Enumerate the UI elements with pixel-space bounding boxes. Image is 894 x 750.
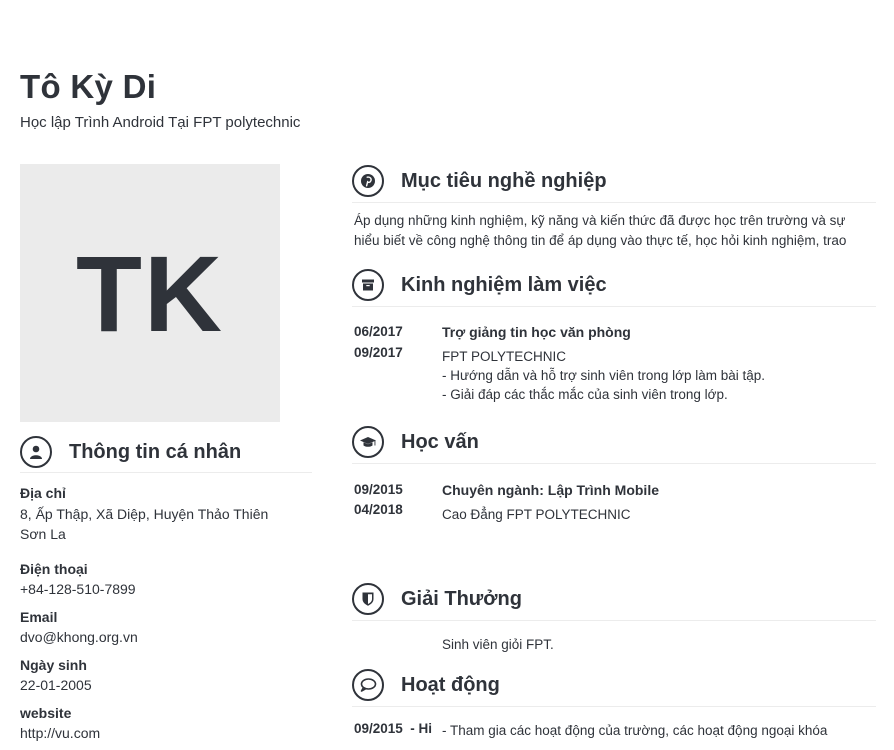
email-label: Email [20, 609, 58, 625]
education-title: Học vấn [401, 430, 479, 453]
website-value: http://vu.com [20, 725, 101, 741]
address-line: Sơn La [20, 526, 66, 542]
phone-label: Điện thoại [20, 561, 88, 577]
awards-title: Giải Thưởng [401, 587, 522, 610]
phone-value: +84-128-510-7899 [20, 581, 136, 597]
activities-title: Hoạt động [401, 673, 500, 696]
experience-job-title: Trợ giảng tin học văn phòng [442, 324, 631, 340]
objective-title: Mục tiêu nghề nghiệp [401, 169, 607, 192]
award-item: Sinh viên giỏi FPT. [442, 637, 554, 652]
experience-detail-line: - Hướng dẫn và hỗ trợ sinh viên trong lớ… [442, 368, 766, 383]
education-school: Cao Đẳng FPT POLYTECHNIC [442, 507, 631, 522]
archive-icon [352, 269, 384, 301]
activity-date: 09/2015 - Hi [354, 721, 433, 736]
education-start-date: 09/2015 [354, 482, 403, 497]
email-value: dvo@khong.org.vn [20, 629, 138, 645]
address-label: Địa chỉ [20, 485, 66, 501]
birthdate-value: 22-01-2005 [20, 677, 92, 693]
website-label: website [20, 705, 72, 721]
activity-text: - Tham gia các hoạt động của trường, các… [442, 723, 828, 738]
user-icon [20, 436, 52, 468]
objective-header: Mục tiêu nghề nghiệp [352, 160, 876, 203]
education-major: Chuyên ngành: Lập Trình Mobile [442, 482, 659, 498]
experience-header: Kinh nghiệm làm việc [352, 264, 876, 307]
personal-info-title: Thông tin cá nhân [69, 440, 242, 463]
shield-icon [352, 583, 384, 615]
experience-detail: FPT POLYTECHNIC - Hướng dẫn và hỗ trợ si… [442, 347, 872, 404]
speech-bubble-icon [352, 669, 384, 701]
avatar: TK [20, 164, 280, 422]
pinterest-icon [352, 165, 384, 197]
address-line: 8, Ấp Thập, Xã Diệp, Huyện Thảo Thiên [20, 506, 269, 522]
personal-info-header: Thông tin cá nhân [20, 432, 312, 473]
awards-header: Giải Thưởng [352, 578, 876, 621]
experience-start-date: 06/2017 [354, 324, 403, 339]
experience-detail-line: FPT POLYTECHNIC [442, 349, 567, 364]
education-header: Học vấn [352, 421, 876, 464]
avatar-initials: TK [76, 232, 224, 354]
experience-end-date: 09/2017 [354, 345, 403, 360]
education-end-date: 04/2018 [354, 502, 403, 517]
activities-header: Hoạt động [352, 664, 876, 707]
graduation-cap-icon [352, 426, 384, 458]
candidate-subtitle: Học lập Trình Android Tại FPT polytechni… [20, 114, 301, 131]
candidate-name: Tô Kỳ Di [20, 68, 157, 105]
birthdate-label: Ngày sinh [20, 657, 87, 673]
objective-text: Áp dụng những kinh nghiệm, kỹ năng và ki… [354, 213, 847, 248]
experience-title: Kinh nghiệm làm việc [401, 273, 607, 296]
address-value: 8, Ấp Thập, Xã Diệp, Huyện Thảo Thiên Sơ… [20, 504, 290, 544]
experience-detail-line: - Giải đáp các thắc mắc của sinh viên tr… [442, 387, 728, 402]
